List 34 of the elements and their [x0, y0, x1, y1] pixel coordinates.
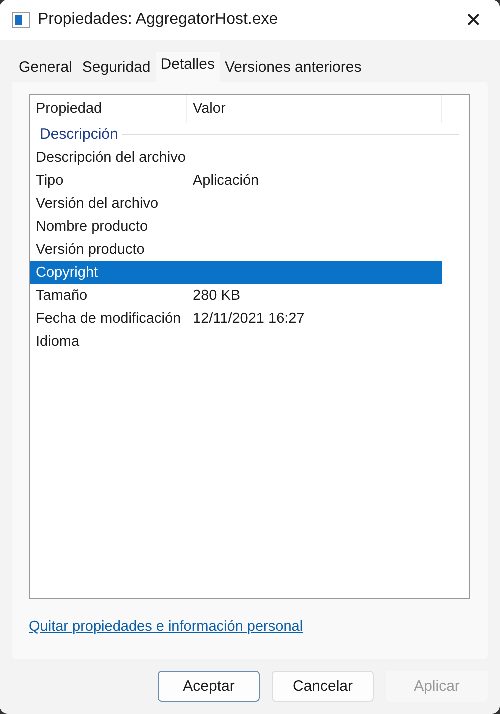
column-header[interactable]: Valor [187, 95, 442, 123]
list-row[interactable]: Descripción del archivo [30, 146, 442, 169]
property-value: 280 KB [193, 288, 241, 304]
list-row[interactable]: Nombre producto [30, 215, 442, 238]
tab[interactable]: Versiones anteriores [220, 55, 367, 82]
group-header: Descripción [40, 126, 118, 143]
column-header[interactable]: Propiedad [30, 95, 187, 123]
dialog-button[interactable]: Cancelar [272, 671, 374, 702]
window-title: Propiedades: AggregatorHost.exe [38, 11, 280, 29]
tab[interactable]: General [14, 55, 78, 82]
list-row[interactable]: Copyright [30, 261, 442, 284]
tab[interactable]: Seguridad [77, 55, 156, 82]
property-name: Versión del archivo [36, 196, 160, 212]
list-row[interactable]: Idioma [30, 330, 442, 353]
property-name: Descripción del archivo [36, 150, 187, 166]
property-name: Tipo [36, 172, 65, 188]
property-name: Tamaño [36, 288, 89, 304]
property-name: Fecha de modificación [36, 310, 182, 326]
list-row[interactable]: Fecha de modificación 12/11/2021 16:27 [30, 307, 442, 330]
window-icon [12, 12, 30, 28]
tab[interactable]: Detalles [156, 52, 220, 82]
property-name: Copyright [36, 264, 100, 280]
property-name: Nombre producto [36, 218, 150, 234]
property-value: Aplicación [193, 172, 260, 188]
list-row[interactable]: Versión del archivo [30, 192, 442, 215]
property-name: Idioma [36, 334, 81, 350]
list-row[interactable]: Tamaño 280 KB [30, 284, 442, 307]
dialog-button[interactable]: Aceptar [158, 671, 260, 702]
close-button[interactable]: ✕ [459, 8, 488, 32]
property-value: 12/11/2021 16:27 [193, 310, 305, 326]
list-row[interactable]: Tipo Aplicación [30, 169, 442, 192]
remove-properties-link[interactable]: Quitar propiedades e información personal [29, 619, 304, 635]
property-name: Versión producto [36, 242, 146, 258]
list-row[interactable]: Versión producto [30, 238, 442, 261]
